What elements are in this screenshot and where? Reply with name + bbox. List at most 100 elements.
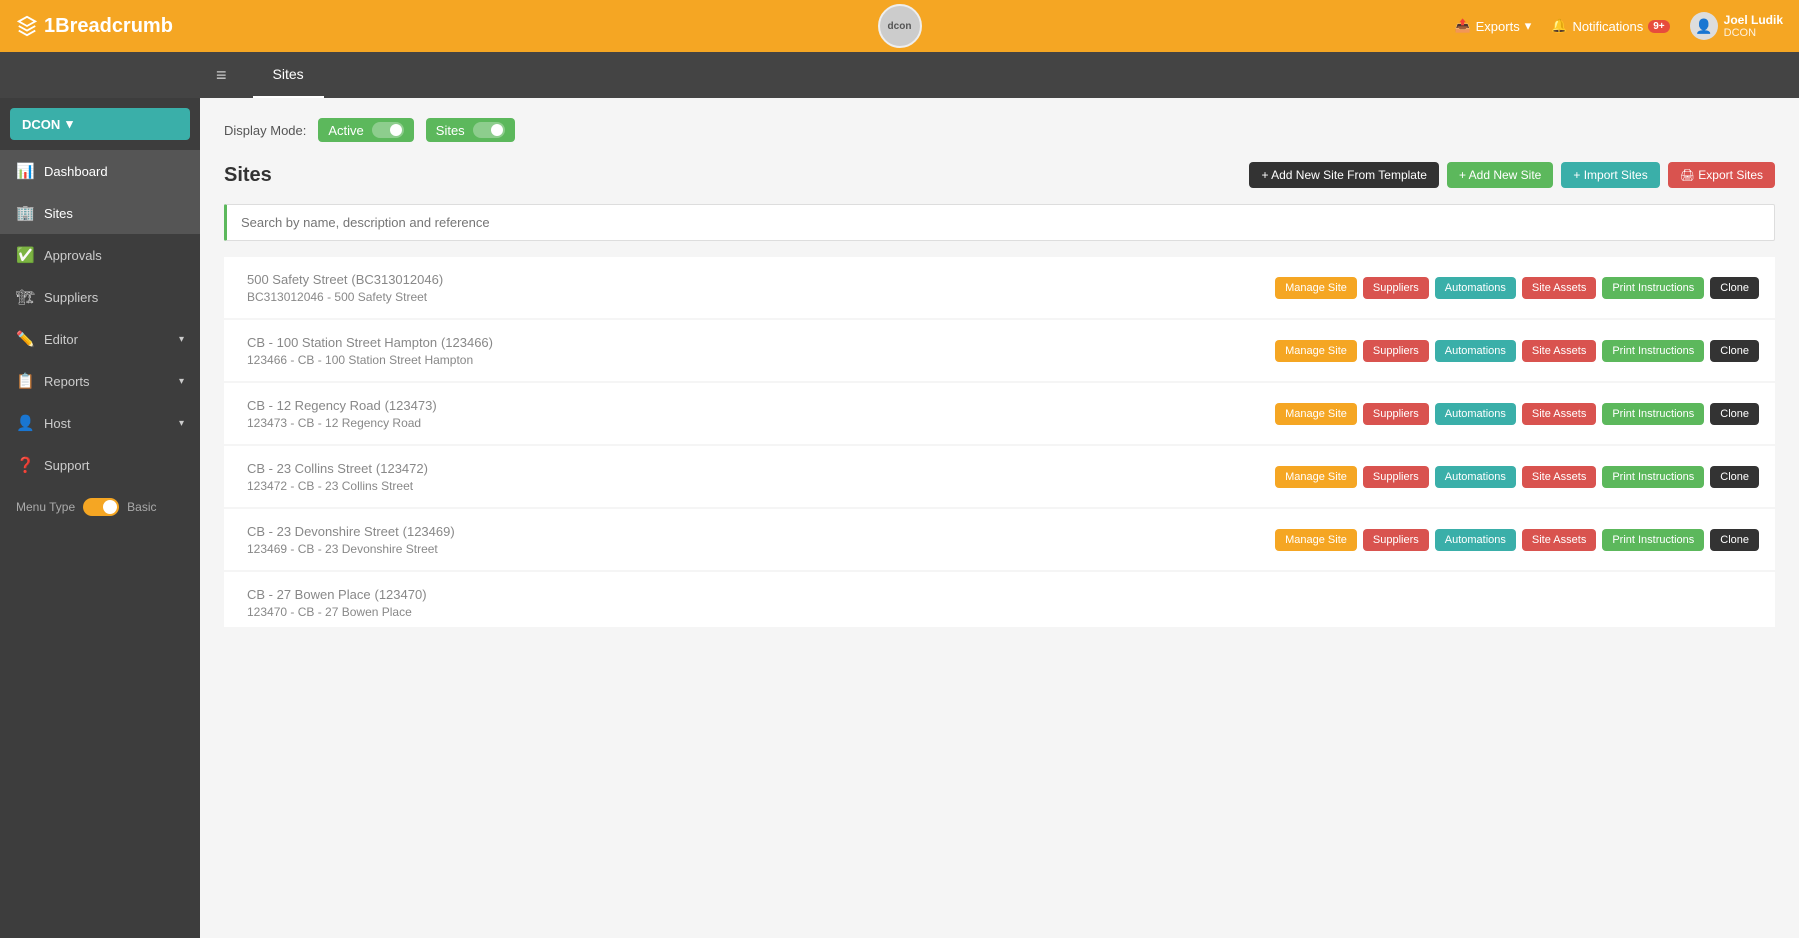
sites-toggle[interactable]: Sites [426, 118, 515, 142]
active-switch[interactable] [372, 122, 404, 138]
site-info: CB - 27 Bowen Place (123470) 123470 - CB… [247, 586, 427, 619]
site-assets-button[interactable]: Site Assets [1522, 529, 1596, 551]
org-chevron-icon: ▾ [66, 116, 73, 132]
print-instructions-button[interactable]: Print Instructions [1602, 340, 1704, 362]
clone-button[interactable]: Clone [1710, 340, 1759, 362]
avatar: 👤 [1690, 12, 1718, 40]
editor-chevron-icon: ▾ [179, 334, 184, 345]
site-actions: Manage Site Suppliers Automations Site A… [1275, 403, 1759, 425]
main-layout: DCON ▾ 📊 Dashboard 🏢 Sites ✅ Approvals 🏗… [0, 98, 1799, 938]
menu-type-toggle[interactable] [83, 498, 119, 516]
site-ref: 123472 - CB - 23 Collins Street [247, 479, 428, 493]
sidebar-item-support[interactable]: ❓ Support [0, 444, 200, 486]
site-assets-button[interactable]: Site Assets [1522, 277, 1596, 299]
manage-site-button[interactable]: Manage Site [1275, 403, 1357, 425]
active-toggle[interactable]: Active [318, 118, 413, 142]
menu-type-label: Menu Type [16, 500, 75, 514]
site-name: 500 Safety Street (BC313012046) [247, 271, 443, 287]
table-row: CB - 27 Bowen Place (123470) 123470 - CB… [224, 572, 1775, 627]
header-buttons: + Add New Site From Template + Add New S… [1249, 162, 1775, 188]
sidebar-item-dashboard[interactable]: 📊 Dashboard [0, 150, 200, 192]
suppliers-button[interactable]: Suppliers [1363, 466, 1429, 488]
site-info: CB - 100 Station Street Hampton (123466)… [247, 334, 493, 367]
add-new-site-button[interactable]: + Add New Site [1447, 162, 1553, 188]
sites-header: Sites + Add New Site From Template + Add… [224, 162, 1775, 188]
sidebar-item-editor[interactable]: ✏️ Editor ▾ [0, 318, 200, 360]
main-content: Display Mode: Active Sites Sites + Add N… [200, 98, 1799, 938]
exports-button[interactable]: 📤 Exports ▾ [1454, 18, 1531, 34]
manage-site-button[interactable]: Manage Site [1275, 529, 1357, 551]
suppliers-button[interactable]: Suppliers [1363, 340, 1429, 362]
hamburger-button[interactable]: ≡ [200, 65, 243, 86]
org-logo: dcon [878, 4, 922, 48]
menu-type-value: Basic [127, 500, 156, 514]
manage-site-button[interactable]: Manage Site [1275, 277, 1357, 299]
clone-button[interactable]: Clone [1710, 277, 1759, 299]
site-assets-button[interactable]: Site Assets [1522, 466, 1596, 488]
suppliers-button[interactable]: Suppliers [1363, 529, 1429, 551]
print-instructions-button[interactable]: Print Instructions [1602, 277, 1704, 299]
site-ref: 123473 - CB - 12 Regency Road [247, 416, 437, 430]
user-org: DCON [1724, 27, 1783, 39]
sites-switch[interactable] [473, 122, 505, 138]
table-row: CB - 100 Station Street Hampton (123466)… [224, 320, 1775, 381]
manage-site-button[interactable]: Manage Site [1275, 340, 1357, 362]
sites-tab[interactable]: Sites [253, 52, 324, 98]
site-actions: Manage Site Suppliers Automations Site A… [1275, 466, 1759, 488]
sites-icon: 🏢 [16, 204, 34, 222]
support-icon: ❓ [16, 456, 34, 474]
print-instructions-button[interactable]: Print Instructions [1602, 403, 1704, 425]
top-navigation: 1Breadcrumb dcon 📤 Exports ▾ 🔔 Notificat… [0, 0, 1799, 52]
table-row: CB - 23 Collins Street (123472) 123472 -… [224, 446, 1775, 507]
site-info: 500 Safety Street (BC313012046) BC313012… [247, 271, 443, 304]
display-mode-label: Display Mode: [224, 123, 306, 138]
sidebar-item-sites[interactable]: 🏢 Sites [0, 192, 200, 234]
site-assets-button[interactable]: Site Assets [1522, 340, 1596, 362]
user-name: Joel Ludik [1724, 13, 1783, 27]
suppliers-button[interactable]: Suppliers [1363, 277, 1429, 299]
bell-icon: 🔔 [1551, 18, 1567, 34]
site-name: CB - 27 Bowen Place (123470) [247, 586, 427, 602]
approvals-icon: ✅ [16, 246, 34, 264]
brand-name: 1Breadcrumb [44, 15, 173, 38]
sidebar-item-reports[interactable]: 📋 Reports ▾ [0, 360, 200, 402]
user-info[interactable]: 👤 Joel Ludik DCON [1690, 12, 1783, 40]
sidebar-item-host[interactable]: 👤 Host ▾ [0, 402, 200, 444]
automations-button[interactable]: Automations [1435, 403, 1516, 425]
reports-icon: 📋 [16, 372, 34, 390]
reports-chevron-icon: ▾ [179, 376, 184, 387]
suppliers-button[interactable]: Suppliers [1363, 403, 1429, 425]
clone-button[interactable]: Clone [1710, 466, 1759, 488]
page-title: Sites [224, 164, 272, 187]
automations-button[interactable]: Automations [1435, 466, 1516, 488]
automations-button[interactable]: Automations [1435, 277, 1516, 299]
search-input[interactable] [224, 204, 1775, 241]
site-info: CB - 12 Regency Road (123473) 123473 - C… [247, 397, 437, 430]
print-instructions-button[interactable]: Print Instructions [1602, 529, 1704, 551]
print-instructions-button[interactable]: Print Instructions [1602, 466, 1704, 488]
sidebar-item-approvals[interactable]: ✅ Approvals [0, 234, 200, 276]
notification-count: 9+ [1648, 20, 1669, 33]
clone-button[interactable]: Clone [1710, 403, 1759, 425]
exports-chevron-icon: ▾ [1525, 18, 1532, 34]
site-ref: 123466 - CB - 100 Station Street Hampton [247, 353, 493, 367]
site-actions: Manage Site Suppliers Automations Site A… [1275, 277, 1759, 299]
export-sites-button[interactable]: 🖨 Export Sites [1668, 162, 1775, 188]
automations-button[interactable]: Automations [1435, 340, 1516, 362]
org-button[interactable]: DCON ▾ [10, 108, 190, 140]
menu-type-section: Menu Type Basic [0, 486, 200, 528]
notifications-button[interactable]: 🔔 Notifications 9+ [1551, 18, 1669, 34]
center-logo: dcon [878, 4, 922, 48]
site-name: CB - 23 Devonshire Street (123469) [247, 523, 455, 539]
clone-button[interactable]: Clone [1710, 529, 1759, 551]
manage-site-button[interactable]: Manage Site [1275, 466, 1357, 488]
site-name: CB - 12 Regency Road (123473) [247, 397, 437, 413]
user-details: Joel Ludik DCON [1724, 13, 1783, 39]
add-from-template-button[interactable]: + Add New Site From Template [1249, 162, 1439, 188]
sidebar: DCON ▾ 📊 Dashboard 🏢 Sites ✅ Approvals 🏗… [0, 98, 200, 938]
site-assets-button[interactable]: Site Assets [1522, 403, 1596, 425]
import-sites-button[interactable]: + Import Sites [1561, 162, 1659, 188]
suppliers-icon: 🏗 [16, 288, 34, 306]
sidebar-item-suppliers[interactable]: 🏗 Suppliers [0, 276, 200, 318]
automations-button[interactable]: Automations [1435, 529, 1516, 551]
